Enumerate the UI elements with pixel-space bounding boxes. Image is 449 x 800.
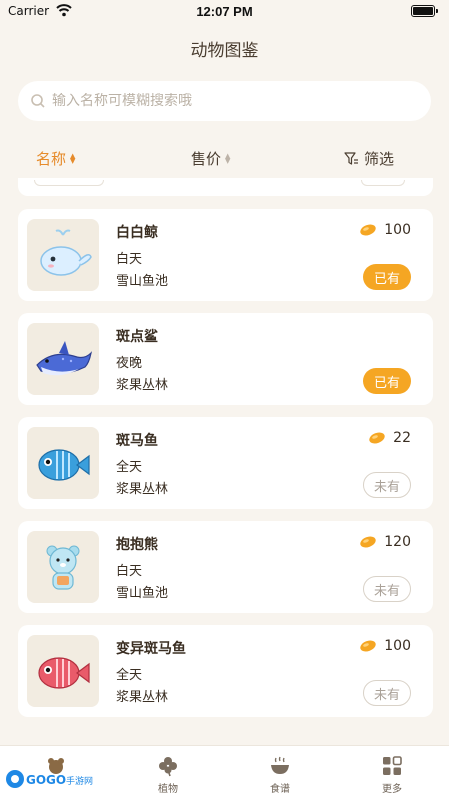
animal-time: 白天	[116, 564, 143, 579]
animal-list[interactable]: 白白鲸 白天 雪山鱼池 100 已有 斑点鲨 夜晚 浆果丛林 已有 斑马鱼 全天…	[0, 178, 449, 745]
animal-name: 斑马鱼	[116, 433, 158, 449]
tab-plants[interactable]: 植物	[112, 746, 224, 800]
tab-more[interactable]: 更多	[336, 746, 448, 800]
status-time: 12:07 PM	[196, 4, 253, 19]
price-value: 100	[384, 222, 411, 238]
badge-edge	[361, 180, 405, 186]
sort-by-name-button[interactable]: 名称 ▲ ▼	[36, 148, 75, 169]
shark-icon	[36, 341, 92, 376]
search-bar[interactable]	[18, 81, 431, 121]
animal-name: 白白鲸	[116, 225, 158, 241]
zebra-fish-icon	[38, 449, 90, 481]
list-item[interactable]: 斑马鱼 全天 浆果丛林 22 未有	[18, 417, 433, 509]
filter-button[interactable]: 筛选	[344, 148, 394, 169]
sort-arrows-icon: ▲ ▼	[70, 151, 76, 165]
status-badge[interactable]: 未有	[363, 680, 411, 706]
search-icon	[31, 94, 45, 108]
list-item[interactable]: 白白鲸 白天 雪山鱼池 100 已有	[18, 209, 433, 301]
animal-thumbnail	[27, 323, 99, 395]
tab-recipes[interactable]: 食谱	[224, 746, 336, 800]
filter-icon	[344, 152, 358, 165]
animal-time: 夜晚	[116, 356, 143, 371]
list-item[interactable]: 变异斑马鱼 全天 浆果丛林 100 未有	[18, 625, 433, 717]
animal-price: 100	[358, 638, 411, 654]
animal-name: 变异斑马鱼	[116, 641, 186, 657]
sort-bar: 名称 ▲ ▼ 售价 ▲ ▼ 筛选	[0, 142, 449, 176]
status-badge[interactable]: 未有	[363, 576, 411, 602]
animal-time: 全天	[116, 668, 143, 683]
price-value: 100	[384, 638, 411, 654]
battery-icon	[411, 5, 438, 17]
animal-name: 抱抱熊	[116, 537, 158, 553]
animal-location: 雪山鱼池	[116, 586, 169, 601]
sort-arrows-icon: ▲ ▼	[225, 151, 231, 165]
list-item[interactable]: 抱抱熊 白天 雪山鱼池 120 未有	[18, 521, 433, 613]
status-badge[interactable]: 未有	[363, 472, 411, 498]
animal-thumbnail	[27, 219, 99, 291]
status-badge[interactable]: 已有	[363, 368, 411, 394]
animal-price: 120	[358, 534, 411, 550]
svg-text:手游网: 手游网	[66, 775, 93, 787]
search-input[interactable]	[52, 93, 431, 109]
animal-location: 浆果丛林	[116, 482, 169, 497]
animal-thumbnail	[27, 635, 99, 707]
page-title: 动物图鉴	[190, 41, 259, 61]
animal-thumbnail	[27, 531, 99, 603]
animal-price: 100	[358, 222, 411, 238]
bean-coin-icon	[369, 432, 385, 444]
sort-price-label: 售价	[191, 150, 222, 168]
animal-location: 雪山鱼池	[116, 274, 169, 289]
bean-coin-icon	[360, 224, 376, 236]
watermark-logo: GOGO 手游网	[6, 770, 93, 788]
animal-thumbnail	[27, 427, 99, 499]
sort-by-price-button[interactable]: 售价 ▲ ▼	[191, 148, 230, 169]
beluga-icon	[40, 229, 92, 276]
thumb-edge	[34, 180, 104, 186]
tab-label: 植物	[158, 784, 178, 795]
bowl-icon	[271, 756, 289, 774]
mutant-fish-icon	[38, 657, 90, 689]
clover-icon	[159, 757, 177, 777]
bean-coin-icon	[360, 640, 376, 652]
animal-location: 浆果丛林	[116, 690, 169, 705]
animal-location: 浆果丛林	[116, 378, 169, 393]
filter-label: 筛选	[364, 150, 395, 168]
price-value: 22	[393, 430, 411, 446]
status-bar: Carrier 12:07 PM	[0, 0, 449, 24]
grid-icon	[383, 756, 402, 775]
status-badge[interactable]: 已有	[363, 264, 411, 290]
animal-time: 白天	[116, 252, 143, 267]
tab-label: 食谱	[270, 784, 290, 795]
animal-name: 斑点鲨	[116, 329, 158, 345]
bean-coin-icon	[360, 536, 376, 548]
list-item-partial	[18, 178, 433, 196]
bear-icon	[46, 545, 80, 590]
sort-name-label: 名称	[36, 150, 67, 168]
list-item[interactable]: 斑点鲨 夜晚 浆果丛林 已有	[18, 313, 433, 405]
animal-price: 22	[367, 430, 411, 446]
animal-time: 全天	[116, 460, 143, 475]
price-value: 120	[384, 534, 411, 550]
svg-text:GOGO: GOGO	[26, 773, 66, 787]
tab-label: 更多	[382, 784, 402, 795]
